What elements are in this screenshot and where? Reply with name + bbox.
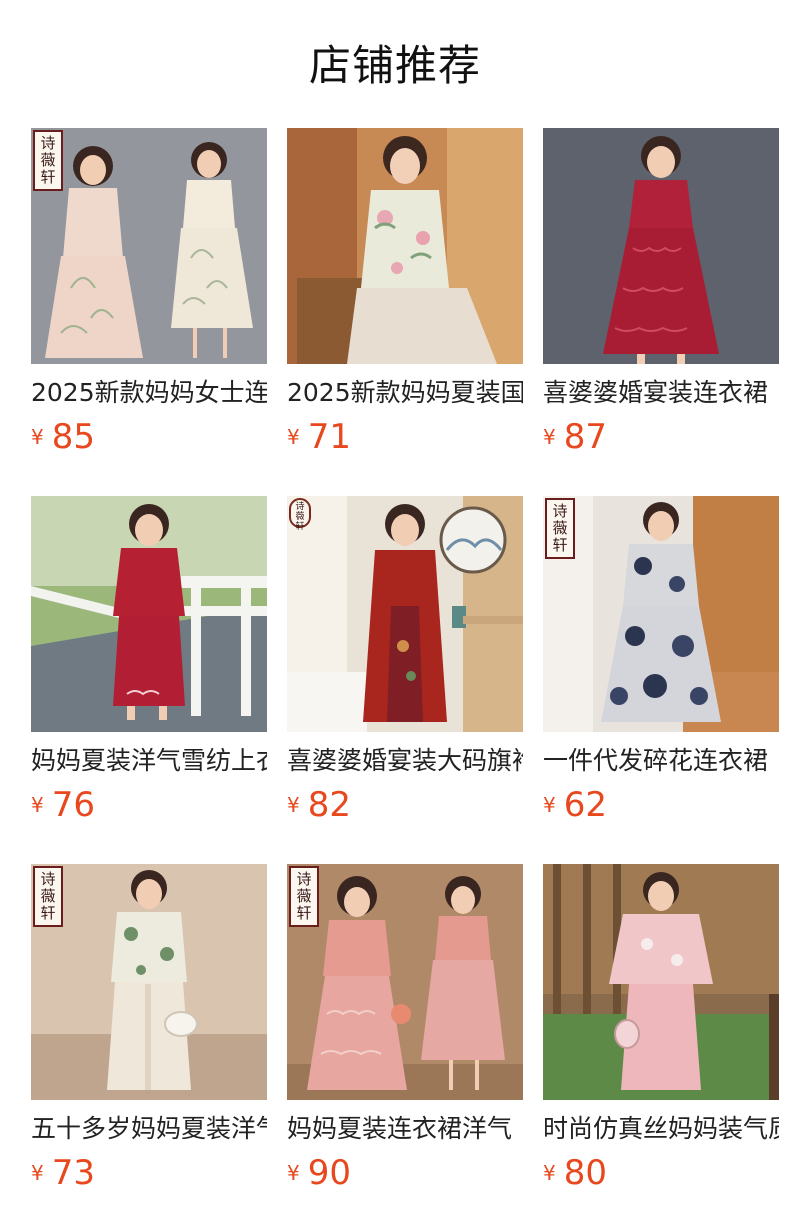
product-card[interactable]: 诗薇轩 2025新款妈妈女士连衣裙 ¥85 (31, 128, 267, 458)
price-amount: 73 (51, 1153, 95, 1193)
product-card[interactable]: 喜婆婆婚宴装连衣裙 ¥87 (543, 128, 779, 458)
price-amount: 80 (563, 1153, 607, 1193)
currency-symbol: ¥ (31, 793, 44, 817)
brand-logo: 诗薇轩 (33, 866, 63, 927)
product-price: ¥85 (31, 416, 95, 458)
currency-symbol: ¥ (287, 425, 300, 449)
woman-pink-set-garden-icon (543, 864, 779, 1100)
product-card[interactable]: 妈妈夏装洋气雪纺上衣套装 ¥76 (31, 496, 267, 826)
section-title: 店铺推荐 (308, 41, 481, 90)
woman-beige-wide-pants-icon: 诗薇轩 (31, 864, 267, 1100)
product-price: ¥71 (287, 416, 351, 458)
currency-symbol: ¥ (31, 425, 44, 449)
price-amount: 71 (307, 417, 351, 457)
product-name: 一件代发碎花连衣裙 (543, 746, 769, 775)
product-name: 妈妈夏装连衣裙洋气 (287, 1114, 513, 1143)
product-name: 喜婆婆婚宴装连衣裙 (543, 378, 769, 407)
product-name: 2025新款妈妈女士连衣裙 (31, 378, 267, 407)
product-card[interactable]: 时尚仿真丝妈妈装气质套装 ¥80 (543, 864, 779, 1194)
product-card[interactable]: 诗薇轩 五十多岁妈妈夏装洋气套装 ¥73 (31, 864, 267, 1194)
product-price: ¥80 (543, 1152, 607, 1194)
product-card[interactable]: 诗薇轩 妈妈夏装连衣裙洋气 ¥90 (287, 864, 523, 1194)
product-price: ¥73 (31, 1152, 95, 1194)
product-price: ¥76 (31, 784, 95, 826)
product-name: 妈妈夏装洋气雪纺上衣套装 (31, 746, 267, 775)
woman-red-lace-dress-icon (543, 128, 779, 364)
woman-floral-print-dress-icon: 诗薇轩 (543, 496, 779, 732)
product-price: ¥82 (287, 784, 351, 826)
brand-logo: 诗薇轩 (289, 498, 311, 532)
price-amount: 76 (51, 785, 95, 825)
price-amount: 87 (563, 417, 607, 457)
woman-red-long-coat-icon: 诗薇轩 (287, 496, 523, 732)
currency-symbol: ¥ (543, 425, 556, 449)
price-amount: 90 (307, 1153, 351, 1193)
product-card[interactable]: 诗薇轩 一件代发碎花连衣裙 ¥62 (543, 496, 779, 826)
currency-symbol: ¥ (543, 793, 556, 817)
price-amount: 62 (563, 785, 607, 825)
currency-symbol: ¥ (31, 1161, 44, 1185)
price-amount: 82 (307, 785, 351, 825)
product-card[interactable]: 诗薇轩 喜婆婆婚宴装大码旗袍 ¥82 (287, 496, 523, 826)
two-women-pink-dress-sets-icon: 诗薇轩 (287, 864, 523, 1100)
price-amount: 85 (51, 417, 95, 457)
product-price: ¥62 (543, 784, 607, 826)
store-recommendations-page: 店铺推荐 诗 薇 轩 2025新款妈妈女士连 ¥ 85 2025新款妈妈夏装国 … (0, 0, 790, 1232)
brand-logo: 诗薇轩 (289, 866, 319, 927)
two-women-floral-skirt-sets-icon: 诗薇轩 (31, 128, 267, 364)
product-card[interactable]: 2025新款妈妈夏装国风套装 ¥71 (287, 128, 523, 458)
brand-logo: 诗薇轩 (545, 498, 575, 559)
product-price: ¥90 (287, 1152, 351, 1194)
currency-symbol: ¥ (287, 1161, 300, 1185)
product-name: 2025新款妈妈夏装国风套装 (287, 378, 523, 407)
product-price: ¥87 (543, 416, 607, 458)
woman-red-set-outdoor-icon (31, 496, 267, 732)
product-name: 喜婆婆婚宴装大码旗袍 (287, 746, 523, 775)
woman-floral-qipao-top-icon (287, 128, 523, 364)
currency-symbol: ¥ (287, 793, 300, 817)
brand-logo: 诗薇轩 (33, 130, 63, 191)
product-name: 五十多岁妈妈夏装洋气套装 (31, 1114, 267, 1143)
currency-symbol: ¥ (543, 1161, 556, 1185)
product-name: 时尚仿真丝妈妈装气质套装 (543, 1114, 779, 1143)
